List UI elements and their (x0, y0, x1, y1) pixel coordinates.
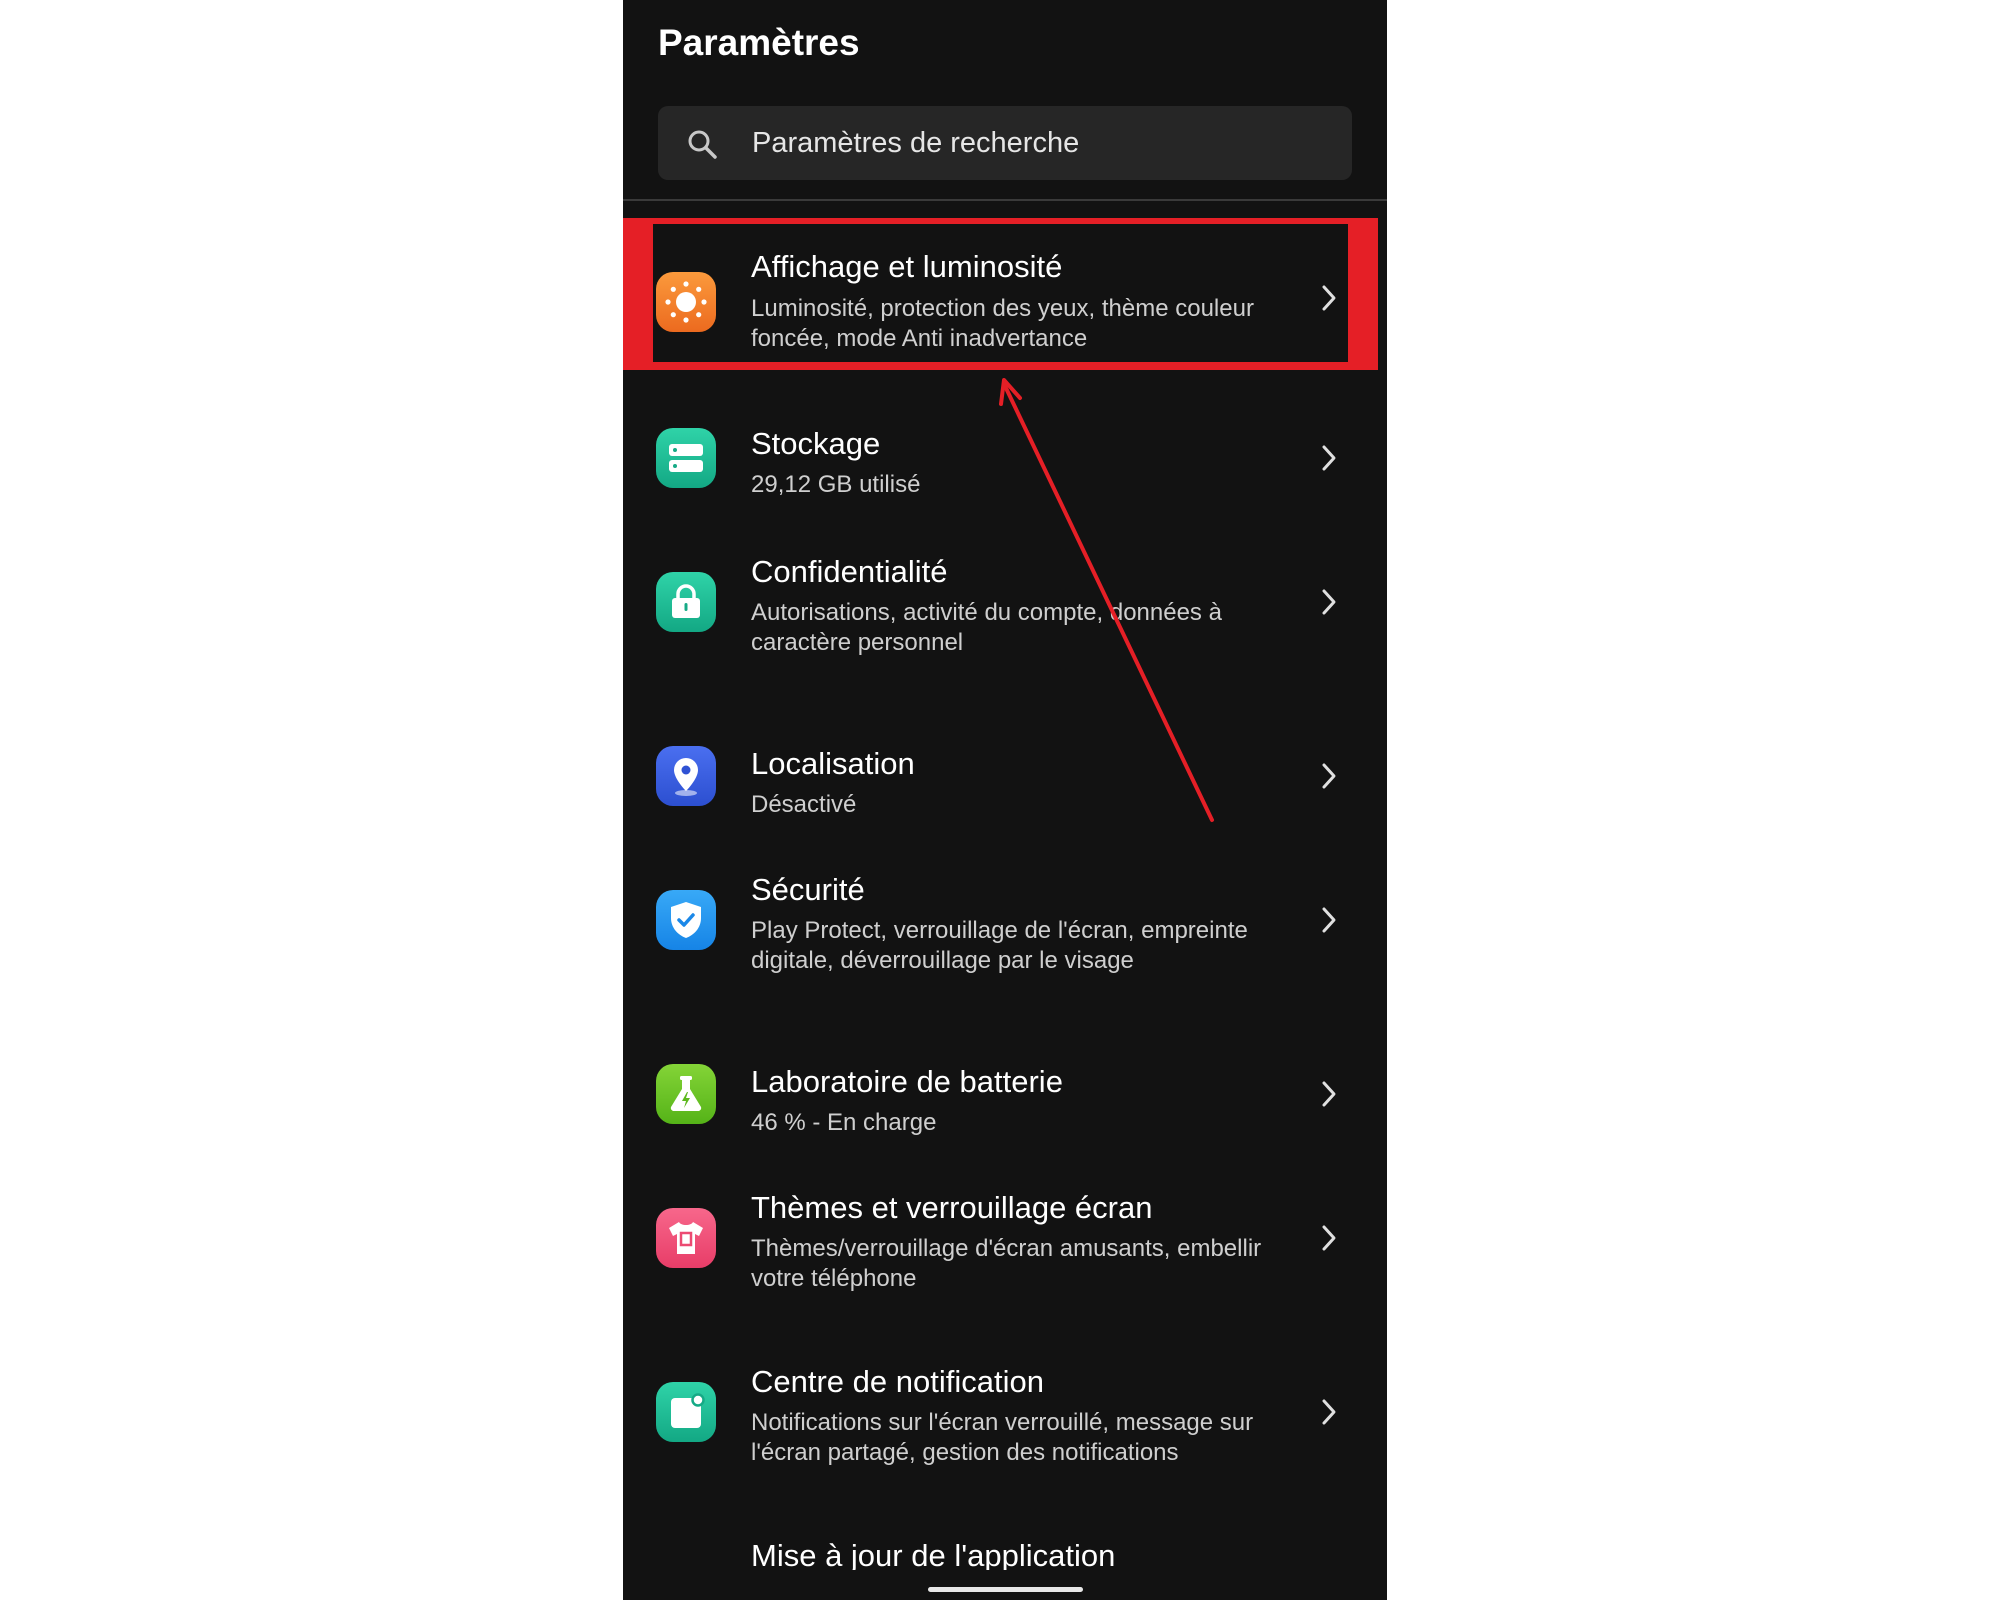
page-title: Paramètres (658, 22, 860, 63)
settings-item-title: Confidentialité (751, 554, 948, 589)
search-input[interactable]: Paramètres de recherche (752, 127, 1079, 160)
settings-item-privacy[interactable]: Confidentialité Autorisations, activité … (623, 514, 1387, 688)
chevron-right-icon (1322, 445, 1336, 471)
settings-item-subtitle: Autorisations, activité du compte, donné… (751, 599, 1222, 656)
search-icon (688, 130, 717, 159)
settings-item-storage[interactable]: Stockage 29,12 GB utilisé (623, 370, 1387, 514)
header-divider (623, 199, 1387, 201)
settings-item-subtitle: Play Protect, verrouillage de l'écran, e… (751, 917, 1248, 974)
settings-item-title: Centre de notification (751, 1364, 1044, 1399)
settings-item-subtitle: Notifications sur l'écran verrouillé, me… (751, 1409, 1254, 1466)
chevron-right-icon (1322, 907, 1336, 933)
settings-item-themes[interactable]: Thèmes et verrouillage écran Thèmes/verr… (623, 1150, 1387, 1324)
shield-icon (656, 890, 716, 950)
settings-item-title: Sécurité (751, 872, 865, 907)
settings-list: Affichage et luminosité Luminosité, prot… (623, 218, 1387, 1570)
search-bar[interactable]: Paramètres de recherche (658, 106, 1352, 180)
storage-icon (656, 428, 716, 488)
chevron-right-icon (1322, 285, 1336, 311)
battery-lab-icon (656, 1064, 716, 1124)
settings-item-subtitle: Désactivé (751, 791, 857, 818)
settings-item-location[interactable]: Localisation Désactivé (623, 688, 1387, 832)
settings-item-title: Mise à jour de l'application (751, 1538, 1116, 1570)
location-pin-icon (656, 746, 716, 806)
settings-item-title: Affichage et luminosité (751, 249, 1063, 284)
settings-item-subtitle: 46 % - En charge (751, 1109, 937, 1136)
chevron-right-icon (1322, 763, 1336, 789)
notification-icon (656, 1382, 716, 1442)
chevron-right-icon (1322, 1399, 1336, 1425)
settings-screen: Paramètres Paramètres de recherche Affic… (623, 0, 1387, 1600)
settings-item-notifications[interactable]: Centre de notification Notifications sur… (623, 1324, 1387, 1498)
home-indicator[interactable] (928, 1587, 1083, 1592)
settings-item-display[interactable]: Affichage et luminosité Luminosité, prot… (623, 218, 1387, 370)
chevron-right-icon (1322, 1225, 1336, 1251)
settings-item-title: Laboratoire de batterie (751, 1064, 1063, 1099)
settings-item-title: Thèmes et verrouillage écran (751, 1190, 1153, 1225)
settings-item-security[interactable]: Sécurité Play Protect, verrouillage de l… (623, 832, 1387, 1006)
settings-item-battery[interactable]: Laboratoire de batterie 46 % - En charge (623, 1006, 1387, 1150)
settings-item-subtitle: Thèmes/verrouillage d'écran amusants, em… (751, 1235, 1262, 1292)
settings-item-subtitle: Luminosité, protection des yeux, thème c… (751, 295, 1254, 352)
settings-item-title: Stockage (751, 426, 881, 461)
lock-icon (656, 572, 716, 632)
settings-item-title: Localisation (751, 746, 915, 781)
settings-item-app-update[interactable]: Mise à jour de l'application (623, 1498, 1387, 1570)
chevron-right-icon (1322, 589, 1336, 615)
chevron-right-icon (1322, 1081, 1336, 1107)
brightness-icon (656, 272, 716, 332)
theme-shirt-icon (656, 1208, 716, 1268)
settings-item-subtitle: 29,12 GB utilisé (751, 471, 921, 498)
